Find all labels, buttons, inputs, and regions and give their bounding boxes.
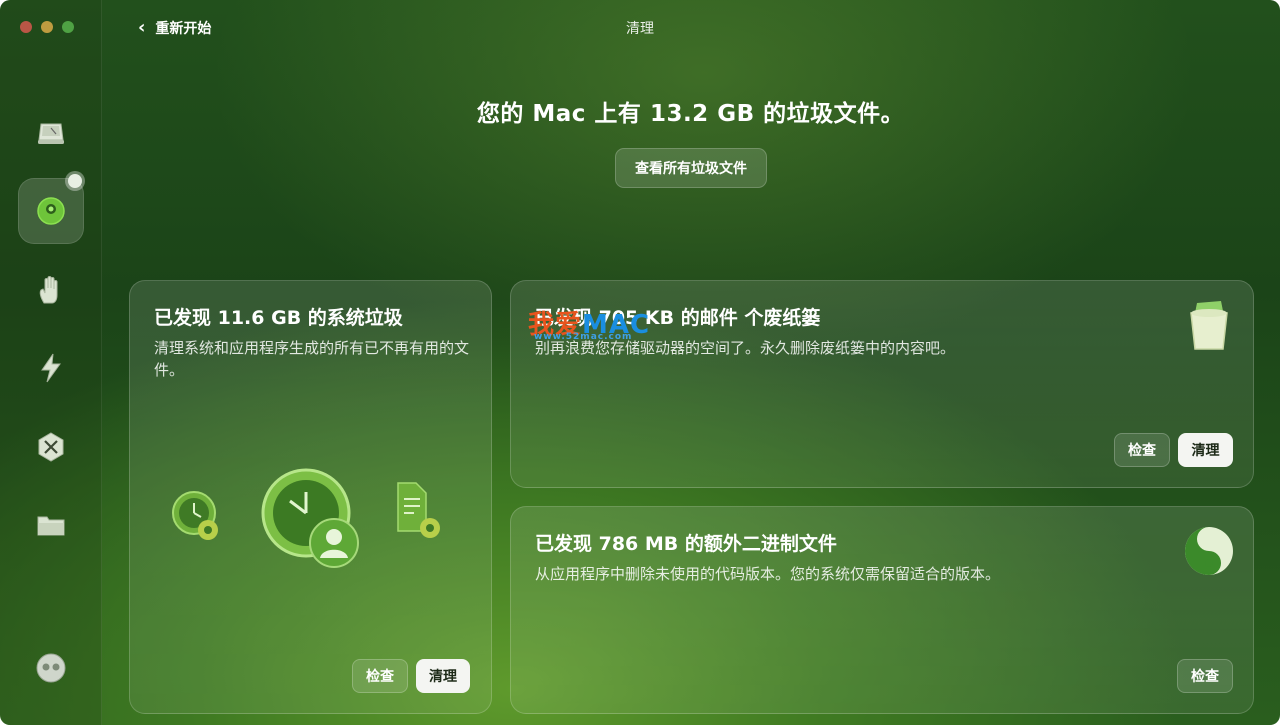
- notification-dot: [68, 174, 82, 188]
- universal-binaries-card: 已发现 786 MB 的额外二进制文件 从应用程序中删除未使用的代码版本。您的系…: [510, 506, 1254, 714]
- folder-icon: [37, 516, 65, 536]
- sidebar-item-protection[interactable]: [18, 257, 84, 323]
- sidebar-item-disk[interactable]: [18, 100, 84, 166]
- sidebar-item-cleanup[interactable]: [18, 174, 84, 244]
- binaries-review-button[interactable]: 检查: [1177, 659, 1233, 693]
- binaries-icon: [1185, 527, 1233, 575]
- document-gear-icon: [397, 482, 440, 538]
- disk-icon: [38, 123, 64, 144]
- sidebar-item-assistant[interactable]: [18, 635, 84, 701]
- applications-icon: [38, 432, 64, 462]
- system-junk-review-button[interactable]: 检查: [352, 659, 408, 693]
- clock-user-icon: [261, 468, 359, 568]
- system-junk-card: 已发现 11.6 GB 的系统垃圾 清理系统和应用程序生成的所有已不再有用的文件…: [129, 280, 492, 714]
- sidebar-item-applications[interactable]: [18, 414, 84, 480]
- system-junk-clean-button[interactable]: 清理: [416, 659, 470, 693]
- system-junk-description: 清理系统和应用程序生成的所有已不再有用的文件。: [154, 339, 470, 379]
- view-all-junk-button[interactable]: 查看所有垃圾文件: [615, 148, 767, 188]
- window-title: 清理: [626, 21, 654, 37]
- watermark-url: www.52mac.com: [534, 332, 633, 342]
- page-headline: 您的 Mac 上有 13.2 GB 的垃圾文件。: [476, 101, 905, 127]
- watermark-logo: 我爱MAC www.52mac.com: [528, 304, 650, 342]
- trash-bin-icon: [1190, 301, 1228, 350]
- binaries-description: 从应用程序中删除未使用的代码版本。您的系统仅需保留适合的版本。: [535, 565, 1001, 583]
- system-junk-illustration: [172, 468, 440, 568]
- sidebar: [0, 0, 102, 725]
- speed-icon: [41, 353, 61, 383]
- assistant-icon: [36, 653, 66, 683]
- mail-trash-clean-button[interactable]: 清理: [1178, 433, 1233, 467]
- binaries-title: 已发现 786 MB 的额外二进制文件: [535, 533, 837, 555]
- sidebar-item-files[interactable]: [18, 492, 84, 558]
- system-junk-title: 已发现 11.6 GB 的系统垃圾: [154, 307, 403, 329]
- app-window: ‹ 重新开始 清理 您的 Mac 上有 13.2 GB 的垃圾文件。 查看所有垃…: [0, 0, 1280, 725]
- sidebar-item-speed[interactable]: [18, 335, 84, 401]
- mail-trash-review-button[interactable]: 检查: [1114, 433, 1170, 467]
- clock-gear-icon: [172, 491, 218, 540]
- cleanup-icon: [37, 197, 65, 225]
- hand-icon: [39, 276, 58, 304]
